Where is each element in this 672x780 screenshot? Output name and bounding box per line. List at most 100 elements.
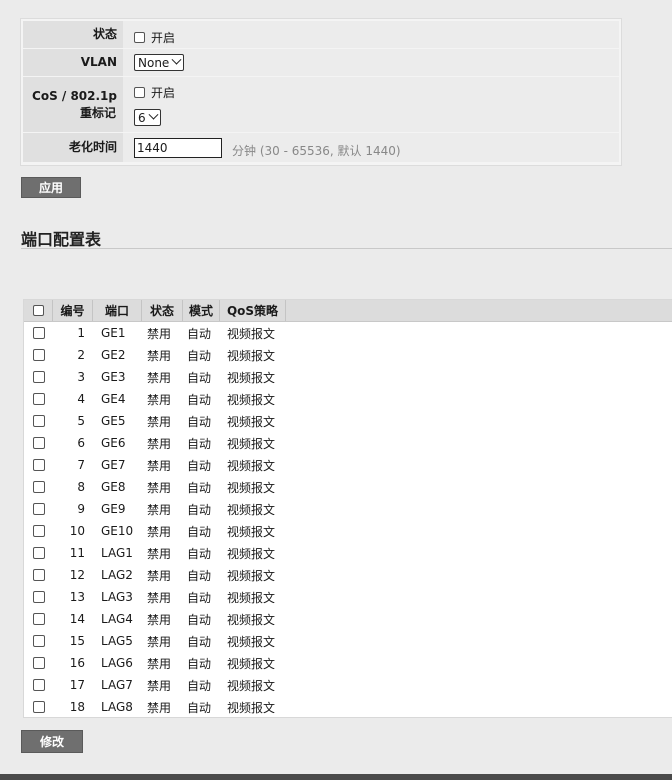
table-row[interactable]: 14 LAG4 禁用 自动 视频报文 — [24, 608, 672, 630]
status-enable-label: 开启 — [151, 31, 176, 45]
row-status: 禁用 — [147, 568, 172, 583]
row-checkbox[interactable] — [32, 371, 45, 383]
row-status: 禁用 — [147, 546, 172, 561]
row-qos-policy: 视频报文 — [227, 502, 276, 517]
table-row[interactable]: 5 GE5 禁用 自动 视频报文 — [24, 410, 672, 432]
row-mode: 自动 — [187, 370, 212, 385]
cos-enable-checkbox[interactable]: 开启 — [134, 84, 175, 101]
column-header-port[interactable]: 端口 — [93, 300, 142, 321]
column-header-mode[interactable]: 模式 — [183, 300, 220, 321]
status-label: 状态 — [23, 21, 123, 48]
row-qos-policy: 视频报文 — [227, 414, 276, 429]
table-row[interactable]: 1 GE1 禁用 自动 视频报文 — [24, 322, 672, 344]
table-row[interactable]: 18 LAG8 禁用 自动 视频报文 — [24, 696, 672, 717]
row-mode: 自动 — [187, 436, 212, 451]
row-checkbox[interactable] — [32, 635, 45, 647]
row-checkbox[interactable] — [32, 459, 45, 471]
row-qos-policy: 视频报文 — [227, 480, 276, 495]
row-number: 5 — [77, 414, 85, 428]
row-select-cell — [24, 564, 53, 586]
row-checkbox[interactable] — [32, 657, 45, 669]
status-enable-checkbox[interactable]: 开启 — [134, 29, 175, 46]
row-checkbox[interactable] — [32, 679, 45, 691]
divider — [21, 248, 672, 249]
row-checkbox[interactable] — [32, 349, 45, 361]
port-config-table: 编号 端口 状态 模式 QoS策略 1 GE1 禁用 自动 视频报文 2 GE2 禁用 自动 视频… — [23, 299, 672, 718]
table-row[interactable]: 3 GE3 禁用 自动 视频报文 — [24, 366, 672, 388]
row-select-cell — [24, 410, 53, 432]
row-checkbox[interactable] — [32, 613, 45, 625]
row-port: LAG7 — [101, 678, 133, 692]
row-number: 12 — [69, 568, 85, 582]
row-checkbox[interactable] — [32, 547, 45, 559]
table-row[interactable]: 10 GE10 禁用 自动 视频报文 — [24, 520, 672, 542]
row-mode: 自动 — [187, 546, 212, 561]
table-row[interactable]: 2 GE2 禁用 自动 视频报文 — [24, 344, 672, 366]
row-checkbox[interactable] — [32, 503, 45, 515]
cos-priority-select[interactable]: 6 — [134, 109, 161, 126]
row-status: 禁用 — [147, 524, 172, 539]
table-row[interactable]: 15 LAG5 禁用 自动 视频报文 — [24, 630, 672, 652]
row-checkbox[interactable] — [32, 525, 45, 537]
row-status: 禁用 — [147, 678, 172, 693]
aging-time-input[interactable]: 1440 — [134, 138, 222, 158]
row-number: 15 — [69, 634, 85, 648]
vlan-select[interactable]: None — [134, 54, 185, 71]
row-qos-policy: 视频报文 — [227, 568, 276, 583]
row-number: 13 — [69, 590, 85, 604]
checkbox-box[interactable] — [134, 87, 145, 98]
row-mode: 自动 — [187, 612, 212, 627]
column-header-status[interactable]: 状态 — [142, 300, 183, 321]
column-header-no[interactable]: 编号 — [53, 300, 93, 321]
row-status: 禁用 — [147, 348, 172, 363]
bottom-border — [0, 774, 672, 780]
row-checkbox[interactable] — [32, 415, 45, 427]
apply-button[interactable]: 应用 — [21, 177, 81, 198]
row-qos-policy: 视频报文 — [227, 700, 276, 715]
table-row[interactable]: 17 LAG7 禁用 自动 视频报文 — [24, 674, 672, 696]
row-mode: 自动 — [187, 568, 212, 583]
row-checkbox[interactable] — [32, 481, 45, 493]
row-checkbox[interactable] — [32, 569, 45, 581]
row-number: 16 — [69, 656, 85, 670]
row-status: 禁用 — [147, 392, 172, 407]
table-row[interactable]: 12 LAG2 禁用 自动 视频报文 — [24, 564, 672, 586]
select-all-checkbox[interactable] — [32, 305, 44, 316]
table-row[interactable]: 6 GE6 禁用 自动 视频报文 — [24, 432, 672, 454]
table-row[interactable]: 16 LAG6 禁用 自动 视频报文 — [24, 652, 672, 674]
table-row[interactable]: 8 GE8 禁用 自动 视频报文 — [24, 476, 672, 498]
section-title: 端口配置表 — [21, 230, 102, 249]
row-qos-policy: 视频报文 — [227, 678, 276, 693]
row-mode: 自动 — [187, 634, 212, 649]
table-row[interactable]: 13 LAG3 禁用 自动 视频报文 — [24, 586, 672, 608]
aging-time-row: 老化时间 1440 分钟 (30 - 65536, 默认 1440) — [23, 133, 619, 163]
cos-label: CoS / 802.1p 重标记 — [23, 77, 123, 132]
column-header-qos[interactable]: QoS策略 — [220, 300, 286, 321]
row-number: 7 — [77, 458, 85, 472]
row-port: GE10 — [101, 524, 134, 538]
row-checkbox[interactable] — [32, 327, 45, 339]
row-checkbox[interactable] — [32, 393, 45, 405]
row-status: 禁用 — [147, 436, 172, 451]
row-status: 禁用 — [147, 634, 172, 649]
row-checkbox[interactable] — [32, 437, 45, 449]
cos-remark-row: CoS / 802.1p 重标记 开启 6 — [23, 77, 619, 133]
table-row[interactable]: 4 GE4 禁用 自动 视频报文 — [24, 388, 672, 410]
edit-button[interactable]: 修改 — [21, 730, 83, 753]
row-status: 禁用 — [147, 502, 172, 517]
table-row[interactable]: 11 LAG1 禁用 自动 视频报文 — [24, 542, 672, 564]
row-status: 禁用 — [147, 590, 172, 605]
vlan-row: VLAN None — [23, 49, 619, 77]
row-qos-policy: 视频报文 — [227, 348, 276, 363]
row-select-cell — [24, 696, 53, 717]
table-row[interactable]: 7 GE7 禁用 自动 视频报文 — [24, 454, 672, 476]
row-checkbox[interactable] — [32, 701, 45, 713]
cos-label-line1: CoS / 802.1p — [32, 88, 117, 103]
row-port: GE3 — [101, 370, 126, 384]
checkbox-box[interactable] — [134, 32, 145, 43]
row-port: GE5 — [101, 414, 126, 428]
row-select-cell — [24, 498, 53, 520]
table-row[interactable]: 9 GE9 禁用 自动 视频报文 — [24, 498, 672, 520]
row-port: GE9 — [101, 502, 126, 516]
row-checkbox[interactable] — [32, 591, 45, 603]
